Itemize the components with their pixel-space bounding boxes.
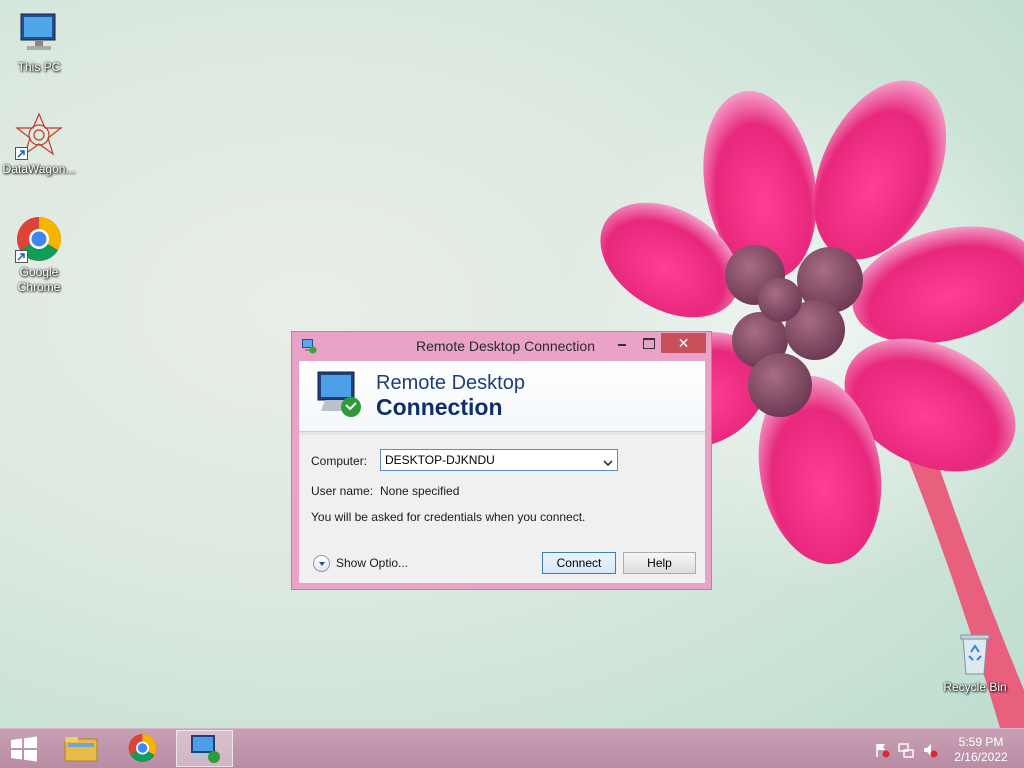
desktop-icon-label: DataWagon... bbox=[2, 162, 76, 176]
minimize-button[interactable] bbox=[609, 333, 635, 353]
taskbar-remote-desktop[interactable] bbox=[176, 730, 233, 767]
clock-date: 2/16/2022 bbox=[954, 750, 1008, 764]
banner-separator bbox=[299, 432, 705, 435]
credentials-info-text: You will be asked for credentials when y… bbox=[311, 510, 586, 524]
computer-icon bbox=[15, 10, 63, 58]
computer-combobox[interactable] bbox=[380, 449, 618, 471]
desktop-icon-this-pc[interactable]: This PC bbox=[0, 10, 78, 75]
remote-desktop-monitor-icon bbox=[315, 369, 363, 419]
clock-time: 5:59 PM bbox=[958, 735, 1004, 749]
window-client-area: Remote Desktop Connection Computer: User… bbox=[299, 361, 705, 583]
remote-desktop-icon bbox=[191, 735, 220, 763]
username-label: User name: bbox=[311, 484, 374, 498]
windows-logo-icon bbox=[11, 736, 37, 762]
window-titlebar[interactable]: Remote Desktop Connection ✕ bbox=[292, 332, 711, 360]
action-center-flag-icon[interactable] bbox=[874, 742, 890, 758]
connect-button[interactable]: Connect bbox=[542, 552, 616, 574]
close-button[interactable]: ✕ bbox=[661, 333, 706, 353]
desktop-icon-recycle-bin[interactable]: Recycle Bin bbox=[936, 630, 1014, 695]
recycle-bin-icon bbox=[951, 630, 999, 678]
desktop-icon-label: Recycle Bin bbox=[943, 680, 1007, 694]
datawagon-icon bbox=[15, 112, 63, 160]
chrome-icon bbox=[15, 215, 63, 263]
banner-title-line2: Connection bbox=[376, 394, 503, 420]
shortcut-arrow-icon bbox=[15, 147, 28, 160]
show-options-label[interactable]: Show Optio... bbox=[336, 556, 408, 570]
taskbar-google-chrome[interactable] bbox=[114, 730, 171, 767]
network-icon[interactable] bbox=[898, 742, 914, 758]
desktop-icon-datawagon[interactable]: DataWagon... bbox=[0, 112, 78, 177]
computer-input[interactable] bbox=[381, 450, 599, 470]
taskbar-clock[interactable]: 5:59 PM 2/16/2022 bbox=[950, 735, 1012, 765]
chevron-down-icon[interactable] bbox=[603, 456, 613, 467]
help-button[interactable]: Help bbox=[623, 552, 696, 574]
desktop-icon-google-chrome[interactable]: Google Chrome bbox=[0, 215, 78, 295]
remote-desktop-window[interactable]: Remote Desktop Connection ✕ Remote Deskt… bbox=[291, 331, 712, 590]
folder-icon bbox=[64, 737, 98, 762]
chrome-icon bbox=[128, 734, 157, 762]
computer-label: Computer: bbox=[311, 454, 368, 468]
rdc-banner: Remote Desktop Connection bbox=[299, 361, 705, 432]
taskbar-file-explorer[interactable] bbox=[52, 730, 109, 767]
maximize-button[interactable] bbox=[635, 333, 661, 353]
banner-title-line1: Remote Desktop bbox=[376, 372, 525, 394]
shortcut-arrow-icon bbox=[15, 250, 28, 263]
expand-chevron-icon[interactable] bbox=[313, 555, 330, 572]
username-value: None specified bbox=[380, 484, 460, 498]
desktop-icon-label: This PC bbox=[17, 60, 61, 74]
taskbar: 5:59 PM 2/16/2022 bbox=[0, 728, 1024, 768]
start-button[interactable] bbox=[8, 736, 40, 762]
desktop-icon-label: Google Chrome bbox=[17, 265, 61, 294]
volume-muted-icon[interactable] bbox=[922, 742, 938, 758]
